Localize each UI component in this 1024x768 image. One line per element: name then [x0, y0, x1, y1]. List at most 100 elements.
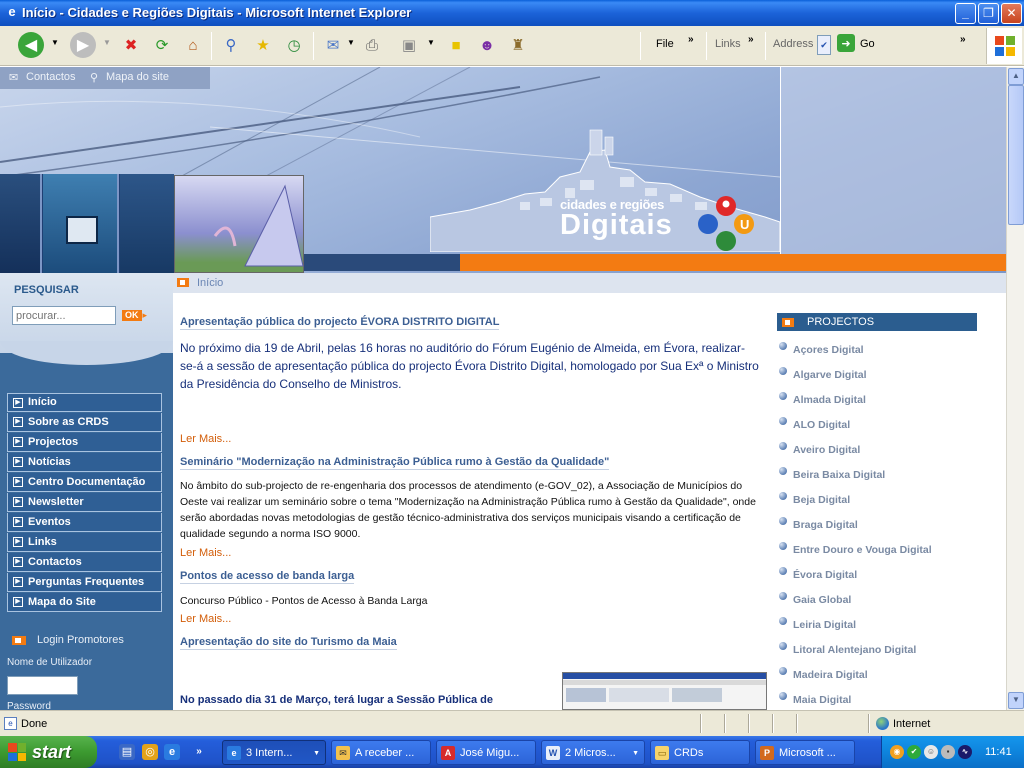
project-link[interactable]: Leiria Digital [779, 612, 999, 637]
scroll-thumb[interactable] [1008, 85, 1024, 225]
nav-item-mapa-do-site[interactable]: ▶ Mapa do Site [7, 593, 162, 612]
project-link[interactable]: Gaia Global [779, 587, 999, 612]
nav-item-perguntas-frequentes[interactable]: ▶ Perguntas Frequentes [7, 573, 162, 592]
search-ok-button[interactable]: OK ▸ [122, 310, 156, 321]
vertical-scrollbar[interactable]: ▲ ▼ [1006, 67, 1024, 710]
edit-dropdown-icon[interactable]: ▼ [427, 38, 435, 47]
project-link[interactable]: Entre Douro e Vouga Digital [779, 537, 999, 562]
group-dropdown-icon: ▼ [632, 750, 639, 757]
tray-messenger-icon[interactable]: ☺ [924, 745, 938, 759]
maximize-button[interactable]: ❐ [978, 3, 999, 24]
links-bar[interactable]: Links [715, 38, 741, 50]
stop-icon[interactable]: ✖ [118, 32, 144, 58]
back-dropdown-icon[interactable]: ▼ [51, 38, 59, 47]
read-more-link[interactable]: Ler Mais... [180, 433, 231, 445]
project-link[interactable]: Évora Digital [779, 562, 999, 587]
project-link[interactable]: Almada Digital [779, 387, 999, 412]
mail-icon[interactable]: ✉ [320, 32, 346, 58]
nav-item-contactos[interactable]: ▶ Contactos [7, 553, 162, 572]
quicklaunch-chevron-icon[interactable]: » [191, 744, 207, 760]
website-screenshot-image[interactable] [562, 672, 767, 710]
login-title-text: Login Promotores [37, 634, 124, 646]
edit-icon[interactable]: ▣ [396, 32, 422, 58]
taskbar-item-folder[interactable]: ▭ CRDs [650, 740, 750, 765]
taskbar-item-mail[interactable]: ✉ A receber ... [331, 740, 431, 765]
scroll-down-icon[interactable]: ▼ [1008, 692, 1024, 709]
project-link[interactable]: Beira Baixa Digital [779, 462, 999, 487]
address-dropdown-icon[interactable]: ✔ [817, 35, 831, 55]
show-desktop-icon[interactable]: ▤ [119, 744, 135, 760]
nav-item-noticias[interactable]: ▶ Notícias [7, 453, 162, 472]
nav-item-projectos[interactable]: ▶ Projectos [7, 433, 162, 452]
project-link[interactable]: Beja Digital [779, 487, 999, 512]
ie-logo-icon: e [8, 4, 16, 19]
forward-arrow-icon[interactable]: ▶ [70, 32, 96, 58]
project-link[interactable]: Açores Digital [779, 337, 999, 362]
close-button[interactable]: ✕ [1001, 3, 1022, 24]
taskbar-item-ie[interactable]: e 3 Intern... ▼ [222, 740, 326, 765]
nav-item-newsletter[interactable]: ▶ Newsletter [7, 493, 162, 512]
go-arrow-icon[interactable]: ➜ [837, 34, 855, 52]
minimize-button[interactable]: _ [955, 3, 976, 24]
read-more-link[interactable]: Ler Mais... [180, 547, 231, 559]
refresh-icon[interactable]: ⟳ [149, 32, 175, 58]
clock[interactable]: 11:41 [985, 746, 1012, 758]
research-icon[interactable]: ♜ [505, 32, 531, 58]
breadcrumb-current[interactable]: Início [197, 273, 223, 293]
nav-item-links[interactable]: ▶ Links [7, 533, 162, 552]
status-separator [700, 714, 702, 733]
project-link[interactable]: Braga Digital [779, 512, 999, 537]
taskbar-item-powerpoint[interactable]: P Microsoft ... [755, 740, 855, 765]
news-headline[interactable]: Seminário "Modernização na Administração… [180, 456, 610, 470]
project-link[interactable]: Algarve Digital [779, 362, 999, 387]
home-icon[interactable]: ⌂ [180, 32, 206, 58]
favorites-star-icon[interactable]: ★ [250, 32, 276, 58]
links-chevron-icon[interactable]: » [748, 34, 754, 45]
news-headline[interactable]: Pontos de acesso de banda larga [180, 570, 355, 584]
tray-audio-icon[interactable]: ∿ [958, 745, 972, 759]
bullet-icon [779, 441, 787, 450]
search-input[interactable] [12, 306, 116, 325]
news-headline[interactable]: Apresentação pública do projecto ÉVORA D… [180, 316, 500, 330]
windows-logo-icon [986, 28, 1022, 64]
taskbar-item-word[interactable]: W 2 Micros... ▼ [541, 740, 645, 765]
nav-item-sobre[interactable]: ▶ Sobre as CRDS [7, 413, 162, 432]
go-button[interactable]: Go [860, 38, 875, 50]
project-link[interactable]: ALO Digital [779, 412, 999, 437]
notes-icon[interactable]: ■ [443, 32, 469, 58]
tray-network-icon[interactable]: ▪ [941, 745, 955, 759]
toolbar-chevron-icon[interactable]: » [960, 34, 966, 45]
file-menu[interactable]: File [656, 38, 674, 50]
banner-orange-bar [460, 254, 1006, 271]
news-headline[interactable]: Apresentação do site do Turismo da Maia [180, 636, 397, 650]
tray-app-icon[interactable]: ◉ [890, 745, 904, 759]
tray-security-icon[interactable]: ✔ [907, 745, 921, 759]
scroll-up-icon[interactable]: ▲ [1008, 68, 1024, 85]
project-link[interactable]: Madeira Digital [779, 662, 999, 687]
back-arrow-icon[interactable]: ◀ [18, 32, 44, 58]
read-more-link[interactable]: Ler Mais... [180, 613, 231, 625]
history-icon[interactable]: ◷ [281, 32, 307, 58]
project-link[interactable]: Aveiro Digital [779, 437, 999, 462]
site-logo[interactable]: cidades e regiões Digitais [560, 197, 673, 242]
nav-item-eventos[interactable]: ▶ Eventos [7, 513, 162, 532]
contactos-link[interactable]: Contactos [26, 71, 76, 83]
project-label: ALO Digital [793, 418, 851, 431]
mail-dropdown-icon[interactable]: ▼ [347, 38, 355, 47]
file-menu-chevron-icon[interactable]: » [688, 34, 694, 45]
start-button[interactable]: start [0, 736, 97, 768]
nav-item-inicio[interactable]: ▶ Início [7, 393, 162, 412]
mapa-do-site-link[interactable]: Mapa do site [106, 71, 169, 83]
project-link[interactable]: Maia Digital [779, 687, 999, 710]
username-input[interactable] [7, 676, 78, 695]
taskbar-item-acrobat[interactable]: A José Migu... [436, 740, 536, 765]
nav-item-centro-documentacao[interactable]: ▶ Centro Documentação [7, 473, 162, 492]
search-icon[interactable]: ⚲ [218, 32, 244, 58]
print-icon[interactable]: ⎙ [359, 32, 385, 58]
nav-arrow-icon: ▶ [13, 597, 23, 607]
messenger-icon[interactable]: ☻ [474, 32, 500, 58]
ie-quicklaunch-icon[interactable]: e [164, 744, 180, 760]
nav-arrow-icon: ▶ [13, 497, 23, 507]
quicklaunch-app-icon[interactable]: ◎ [142, 744, 158, 760]
project-link[interactable]: Litoral Alentejano Digital [779, 637, 999, 662]
